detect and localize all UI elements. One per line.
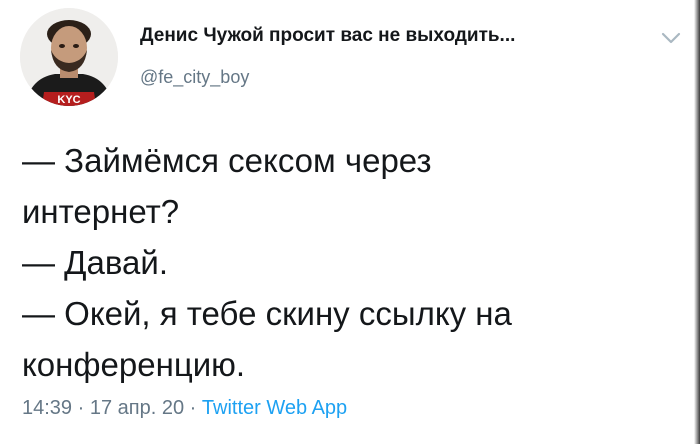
tweet-line: конференцию. [22,346,246,383]
tweet-text: — Займёмся сексом через интернет? — Дава… [22,135,672,390]
tweet-line: — Займёмся сексом через [22,142,432,179]
chevron-down-icon[interactable] [660,30,682,46]
right-edge-divider [694,0,700,444]
avatar[interactable]: KYC [20,8,118,106]
author-handle[interactable]: @fe_city_boy [140,67,249,88]
tweet-card: KYC Денис Чужой просит вас не выходить..… [0,0,700,444]
tweet-line: — Окей, я тебе скину ссылку на [22,295,512,332]
tweet-time[interactable]: 14:39 [22,397,72,419]
tweet-source-link[interactable]: Twitter Web App [202,397,347,419]
tweet-date[interactable]: 17 апр. 20 [90,397,184,419]
avatar-shirt-text: KYC [57,94,80,106]
tweet-line: — Давай. [22,244,168,281]
tweet-meta: 14:39 · 17 апр. 20 · Twitter Web App [22,397,347,420]
tweet-line: интернет? [22,193,180,230]
author-display-name[interactable]: Денис Чужой просит вас не выходить... [140,25,515,47]
meta-separator: · [77,397,85,419]
avatar-image: KYC [20,8,118,106]
meta-separator: · [189,397,197,419]
